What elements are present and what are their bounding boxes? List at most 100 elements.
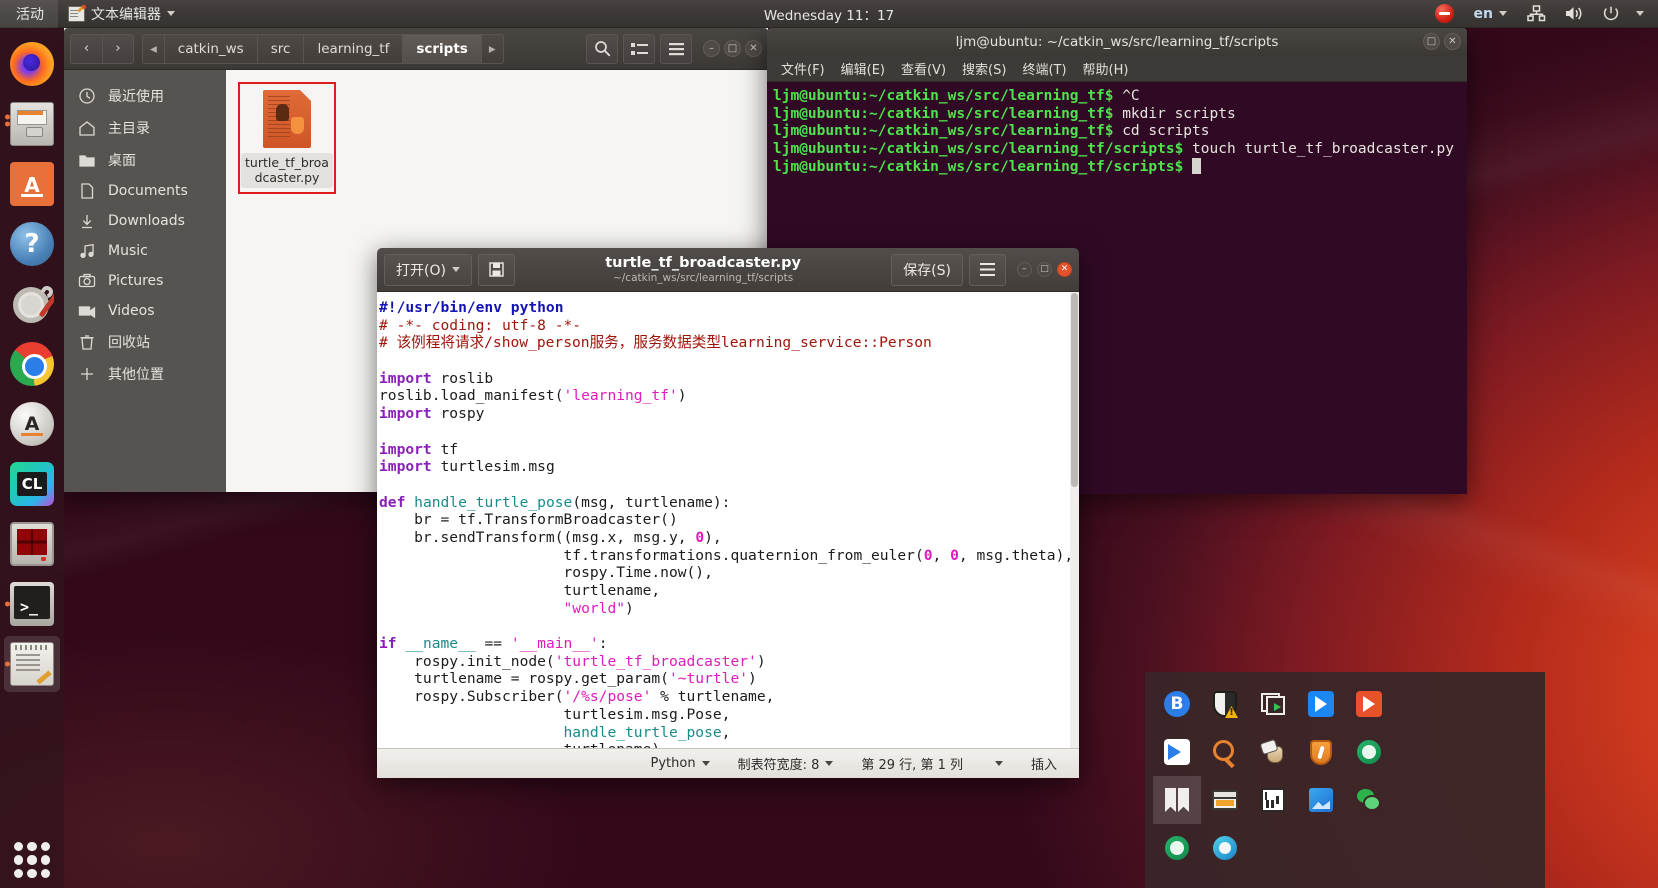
tray-item-image-viewer[interactable] xyxy=(1297,776,1345,824)
terminal-titlebar: ljm@ubuntu: ~/catkin_ws/src/learning_tf/… xyxy=(767,28,1467,56)
maximize-icon[interactable]: □ xyxy=(1423,33,1440,50)
sidebar-item-documents[interactable]: Documents xyxy=(64,176,226,206)
power-icon xyxy=(1603,6,1619,21)
activities-button[interactable]: 活动 xyxy=(0,0,58,28)
sidebar-item-videos[interactable]: Videos xyxy=(64,296,226,326)
scrollbar-thumb[interactable] xyxy=(1071,293,1078,487)
breadcrumb-scroll-right[interactable]: ▸ xyxy=(481,34,503,63)
app-menu-button[interactable]: 文本编辑器 xyxy=(58,0,185,28)
tray-item-green-browser[interactable] xyxy=(1153,824,1201,872)
show-applications-button[interactable] xyxy=(10,838,54,882)
tray-item-bookmarks[interactable] xyxy=(1153,776,1201,824)
launcher-item-files[interactable] xyxy=(4,96,60,152)
menu-file[interactable]: 文件(F) xyxy=(781,59,825,78)
terminal-icon: >_ xyxy=(10,582,54,626)
code-editor-text[interactable]: #!/usr/bin/env python # -*- coding: utf-… xyxy=(377,292,1070,748)
minimize-icon[interactable]: – xyxy=(703,40,720,57)
green-globe-icon xyxy=(1165,836,1189,860)
view-list-icon xyxy=(630,42,648,55)
sidebar-item-other-locations[interactable]: 其他位置 xyxy=(64,358,226,390)
tray-item-extra-1[interactable] xyxy=(1345,680,1393,728)
tray-item-firewall[interactable] xyxy=(1297,728,1345,776)
sidebar-item-desktop[interactable]: 桌面 xyxy=(64,144,226,176)
file-item-turtle-tf-broadcaster[interactable]: turtle_tf_broadcaster.py xyxy=(238,82,336,194)
tray-item-window-manager[interactable] xyxy=(1201,776,1249,824)
menu-search[interactable]: 搜索(S) xyxy=(962,59,1006,78)
editor-menu-button[interactable] xyxy=(969,253,1006,286)
breadcrumb-item-learning_tf[interactable]: learning_tf xyxy=(304,34,404,63)
sidebar-item-recent[interactable]: 最近使用 xyxy=(64,80,226,112)
close-icon[interactable]: ✕ xyxy=(1444,33,1461,50)
launcher-item-chrome[interactable] xyxy=(4,336,60,392)
edge-icon xyxy=(1213,836,1237,860)
maximize-icon[interactable]: □ xyxy=(1037,262,1052,277)
back-button[interactable]: ‹ xyxy=(70,33,102,64)
sidebar-item-pictures[interactable]: Pictures xyxy=(64,266,226,296)
tray-item-mouse-settings[interactable] xyxy=(1249,728,1297,776)
hamburger-menu-button[interactable] xyxy=(660,33,692,64)
network-icon xyxy=(1527,5,1546,22)
tray-item-system-monitor[interactable] xyxy=(1249,776,1297,824)
clock-icon xyxy=(78,87,96,105)
editor-statusbar: Python 制表符宽度: 8 第 29 行, 第 1 列 插入 xyxy=(377,748,1079,778)
tray-item-security-warning[interactable] xyxy=(1201,680,1249,728)
language-selector[interactable]: Python xyxy=(637,756,724,771)
minimize-icon[interactable]: – xyxy=(1017,262,1032,277)
sidebar-item-downloads[interactable]: Downloads xyxy=(64,206,226,236)
breadcrumb-item-src[interactable]: src xyxy=(257,34,305,63)
forward-button[interactable]: › xyxy=(102,33,134,64)
editor-scrollbar[interactable] xyxy=(1070,292,1079,748)
launcher-item-clion[interactable] xyxy=(4,456,60,512)
menu-edit[interactable]: 编辑(E) xyxy=(841,59,885,78)
tray-item-edge-browser[interactable] xyxy=(1201,824,1249,872)
file-manager-icon xyxy=(10,102,54,146)
menu-view[interactable]: 查看(V) xyxy=(901,59,946,78)
save-as-button[interactable] xyxy=(477,253,515,286)
sidebar-item-label: 最近使用 xyxy=(108,89,164,105)
download-icon xyxy=(78,212,96,230)
launcher-item-virtualbox[interactable] xyxy=(4,516,60,572)
file-manager-toolbar: ‹ › ◂ catkin_ws src learning_tf scripts … xyxy=(64,28,768,70)
save-icon xyxy=(489,262,504,277)
menu-help[interactable]: 帮助(H) xyxy=(1083,59,1129,78)
amazon-icon xyxy=(10,402,54,446)
breadcrumb-item-catkin_ws[interactable]: catkin_ws xyxy=(164,34,258,63)
menu-terminal[interactable]: 终端(T) xyxy=(1022,59,1066,78)
sidebar-item-trash[interactable]: 回收站 xyxy=(64,326,226,358)
clock[interactable]: Wednesday 11：17 xyxy=(764,4,894,24)
view-options-button[interactable] xyxy=(623,33,655,64)
tray-item-search-tool[interactable] xyxy=(1201,728,1249,776)
launcher-item-system-settings[interactable] xyxy=(4,276,60,332)
sidebar-item-music[interactable]: Music xyxy=(64,236,226,266)
breadcrumb-scroll-left[interactable]: ◂ xyxy=(143,34,165,63)
close-icon[interactable]: ✕ xyxy=(745,40,762,57)
open-file-button[interactable]: 打开(O) xyxy=(384,253,472,286)
tray-item-screen-record[interactable] xyxy=(1249,680,1297,728)
keyboard-layout-button[interactable]: en xyxy=(1464,0,1517,28)
search-button[interactable] xyxy=(586,33,618,64)
tray-item-wechat[interactable] xyxy=(1345,776,1393,824)
breadcrumb-item-scripts[interactable]: scripts xyxy=(403,34,482,63)
launcher-item-text-editor[interactable] xyxy=(4,636,60,692)
save-button[interactable]: 保存(S) xyxy=(891,253,963,286)
launcher-item-help[interactable] xyxy=(4,216,60,272)
system-menu-button[interactable] xyxy=(1517,0,1654,28)
launcher-item-terminal[interactable]: >_ xyxy=(4,576,60,632)
maximize-icon[interactable]: □ xyxy=(724,40,741,57)
tab-width-selector[interactable]: 制表符宽度: 8 xyxy=(724,754,848,773)
do-not-disturb-button[interactable] xyxy=(1425,0,1464,28)
editor-subtitle: ~/catkin_ws/src/learning_tf/scripts xyxy=(612,272,794,284)
terminal-prompt: ljm@ubuntu:~/catkin_ws/src/learning_tf/s… xyxy=(773,140,1184,157)
close-icon[interactable]: ✕ xyxy=(1057,262,1072,277)
camera-icon xyxy=(78,272,96,290)
tray-item-media-player[interactable] xyxy=(1297,680,1345,728)
tray-item-bluetooth[interactable] xyxy=(1153,680,1201,728)
tray-item-extra-2[interactable] xyxy=(1345,728,1393,776)
launcher-item-ubuntu-software[interactable] xyxy=(4,156,60,212)
launcher-item-amazon[interactable] xyxy=(4,396,60,452)
tray-item-teamviewer[interactable] xyxy=(1153,728,1201,776)
cursor-position[interactable]: 第 29 行, 第 1 列 xyxy=(847,754,1017,773)
launcher-item-firefox[interactable] xyxy=(4,36,60,92)
system-tray-popup xyxy=(1145,672,1545,888)
sidebar-item-home[interactable]: 主目录 xyxy=(64,112,226,144)
